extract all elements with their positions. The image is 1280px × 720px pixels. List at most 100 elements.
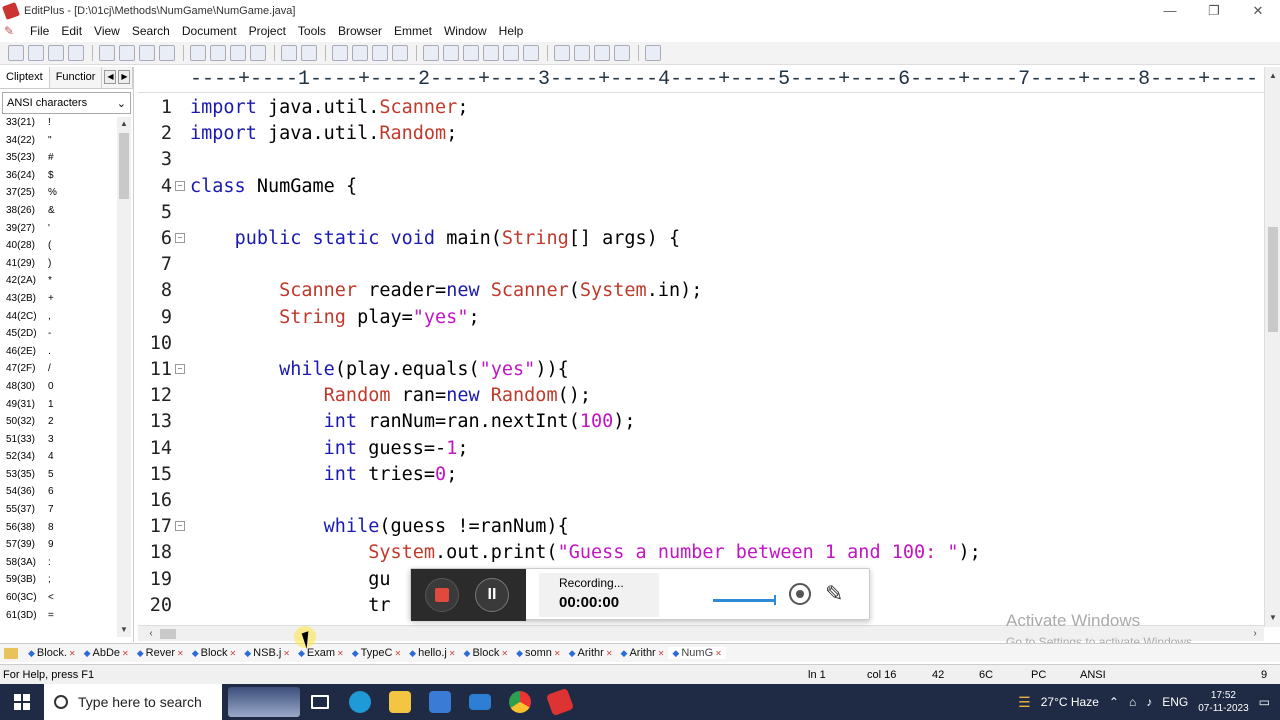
- menu-project[interactable]: Project: [243, 24, 292, 38]
- document-tab[interactable]: ◆ hello.j ✕: [405, 647, 459, 659]
- menu-window[interactable]: Window: [438, 24, 493, 38]
- document-tab[interactable]: ◆ AbDe ✕: [80, 647, 133, 659]
- char-list-item[interactable]: 42(2A) *: [0, 275, 118, 293]
- code-line[interactable]: 3: [138, 147, 1266, 173]
- new-file-icon[interactable]: [8, 45, 24, 61]
- fold-toggle-icon[interactable]: −: [175, 180, 185, 191]
- char-list-item[interactable]: 35(23) #: [0, 152, 118, 170]
- line-number-icon[interactable]: [483, 45, 499, 61]
- tab-cliptext[interactable]: Cliptext: [0, 67, 50, 88]
- char-list-item[interactable]: 43(2B) +: [0, 293, 118, 311]
- paste-icon[interactable]: [230, 45, 246, 61]
- pen-icon[interactable]: ✎: [825, 581, 843, 607]
- help-icon[interactable]: [645, 45, 661, 61]
- delete-icon[interactable]: [250, 45, 266, 61]
- code-line[interactable]: 14 int guess=-1;: [138, 436, 1266, 462]
- taskbar-search[interactable]: Type here to search: [44, 684, 222, 720]
- menu-search[interactable]: Search: [126, 24, 176, 38]
- code-line[interactable]: 15 int tries=0;: [138, 462, 1266, 488]
- close-tab-icon[interactable]: ✕: [394, 649, 401, 658]
- menu-edit[interactable]: Edit: [55, 24, 88, 38]
- stop-recording-button[interactable]: [425, 578, 459, 612]
- document-tab[interactable]: ◆ somn ✕: [512, 647, 565, 659]
- char-list-item[interactable]: 52(34) 4: [0, 451, 118, 469]
- scroll-up-icon[interactable]: ▲: [117, 117, 131, 131]
- fold-toggle-icon[interactable]: −: [175, 364, 185, 374]
- notification-icon[interactable]: ▭: [1259, 695, 1270, 709]
- code-line[interactable]: 13 int ranNum=ran.nextInt(100);: [138, 409, 1266, 435]
- goto-line-icon[interactable]: [392, 45, 408, 61]
- document-tab[interactable]: ◆ TypeC ✕: [348, 647, 405, 659]
- document-tab[interactable]: ◆ Rever ✕: [133, 647, 188, 659]
- task-view-button[interactable]: [300, 684, 340, 720]
- char-list-item[interactable]: 57(39) 9: [0, 539, 118, 557]
- minimize-button[interactable]: —: [1148, 0, 1192, 21]
- print-icon[interactable]: [99, 45, 115, 61]
- code-line[interactable]: 18 System.out.print("Guess a number betw…: [138, 540, 1266, 566]
- document-tab[interactable]: ◆ NumG ✕: [668, 647, 726, 659]
- char-list-item[interactable]: 58(3A):: [0, 557, 118, 575]
- open-file-icon[interactable]: [28, 45, 44, 61]
- menu-tools[interactable]: Tools: [292, 24, 332, 38]
- menu-browser[interactable]: Browser: [332, 24, 388, 38]
- document-tab[interactable]: ◆ Arithr ✕: [617, 647, 669, 659]
- char-list-item[interactable]: 41(29)): [0, 258, 118, 276]
- store-button[interactable]: [420, 684, 460, 720]
- edge-button[interactable]: [340, 684, 380, 720]
- fold-toggle-icon[interactable]: −: [175, 521, 185, 532]
- char-list-item[interactable]: 50(32) 2: [0, 416, 118, 434]
- tab-right-arrow-icon[interactable]: ▶: [118, 70, 131, 84]
- redo-icon[interactable]: [301, 45, 317, 61]
- browser-icon[interactable]: [614, 45, 630, 61]
- char-list-item[interactable]: 60(3C) <: [0, 592, 118, 610]
- word-wrap-icon[interactable]: [443, 45, 459, 61]
- scroll-thumb[interactable]: [160, 629, 176, 639]
- clock[interactable]: 17:52 07-11-2023: [1198, 689, 1248, 715]
- char-list-item[interactable]: 39(27) ': [0, 223, 118, 241]
- close-tab-icon[interactable]: ✕: [69, 649, 76, 658]
- char-list-item[interactable]: 44(2C),: [0, 311, 118, 329]
- folder-icon[interactable]: [4, 647, 18, 659]
- scroll-up-icon[interactable]: ▲: [1265, 69, 1280, 83]
- directory-window-icon[interactable]: [554, 45, 570, 61]
- document-tab[interactable]: ◆ NSB.j ✕: [240, 647, 294, 659]
- chrome-button[interactable]: [500, 684, 540, 720]
- char-list-item[interactable]: 36(24) $: [0, 170, 118, 188]
- char-list-item[interactable]: 38(26) &: [0, 205, 118, 223]
- code-line[interactable]: 17− while(guess !=ranNum){: [138, 514, 1266, 540]
- webcam-icon[interactable]: [789, 583, 811, 605]
- close-tab-icon[interactable]: ✕: [122, 649, 129, 658]
- code-line[interactable]: 6− public static void main(String[] args…: [138, 226, 1266, 252]
- code-line[interactable]: 5: [138, 200, 1266, 226]
- code-line[interactable]: 9 String play="yes";: [138, 305, 1266, 331]
- menu-emmet[interactable]: Emmet: [388, 24, 438, 38]
- scroll-thumb[interactable]: [1268, 227, 1278, 332]
- menu-file[interactable]: File: [24, 24, 55, 38]
- document-tab[interactable]: ◆ Arithr ✕: [565, 647, 617, 659]
- code-line[interactable]: 2 import java.util.Random;: [138, 121, 1266, 147]
- code-line[interactable]: 4− class NumGame {: [138, 174, 1266, 200]
- scroll-right-icon[interactable]: ›: [1248, 626, 1262, 642]
- volume-icon[interactable]: ♪: [1146, 695, 1152, 709]
- copy-icon[interactable]: [210, 45, 226, 61]
- tab-left-arrow-icon[interactable]: ◀: [104, 70, 117, 84]
- audio-level-slider[interactable]: [713, 595, 776, 605]
- charset-select[interactable]: ANSI characters ⌄: [2, 92, 131, 114]
- close-tab-icon[interactable]: ✕: [230, 649, 237, 658]
- close-tab-icon[interactable]: ✕: [283, 649, 290, 658]
- char-list-item[interactable]: 45(2D) -: [0, 328, 118, 346]
- save-icon[interactable]: [48, 45, 64, 61]
- output-window-icon[interactable]: [594, 45, 610, 61]
- search-highlight-image[interactable]: [228, 687, 300, 717]
- char-list-item[interactable]: 61(3D) =: [0, 610, 118, 628]
- start-button[interactable]: [0, 684, 44, 720]
- settings-icon[interactable]: [523, 45, 539, 61]
- scroll-down-icon[interactable]: ▼: [1265, 611, 1280, 625]
- file-explorer-button[interactable]: [380, 684, 420, 720]
- close-tab-icon[interactable]: ✕: [337, 649, 344, 658]
- char-list-item[interactable]: 47(2F) /: [0, 363, 118, 381]
- scroll-left-icon[interactable]: ‹: [144, 626, 158, 642]
- document-tab[interactable]: ◆ Block. ✕: [24, 647, 80, 659]
- pause-recording-button[interactable]: II: [475, 578, 509, 612]
- char-list-item[interactable]: 34(22) ": [0, 135, 118, 153]
